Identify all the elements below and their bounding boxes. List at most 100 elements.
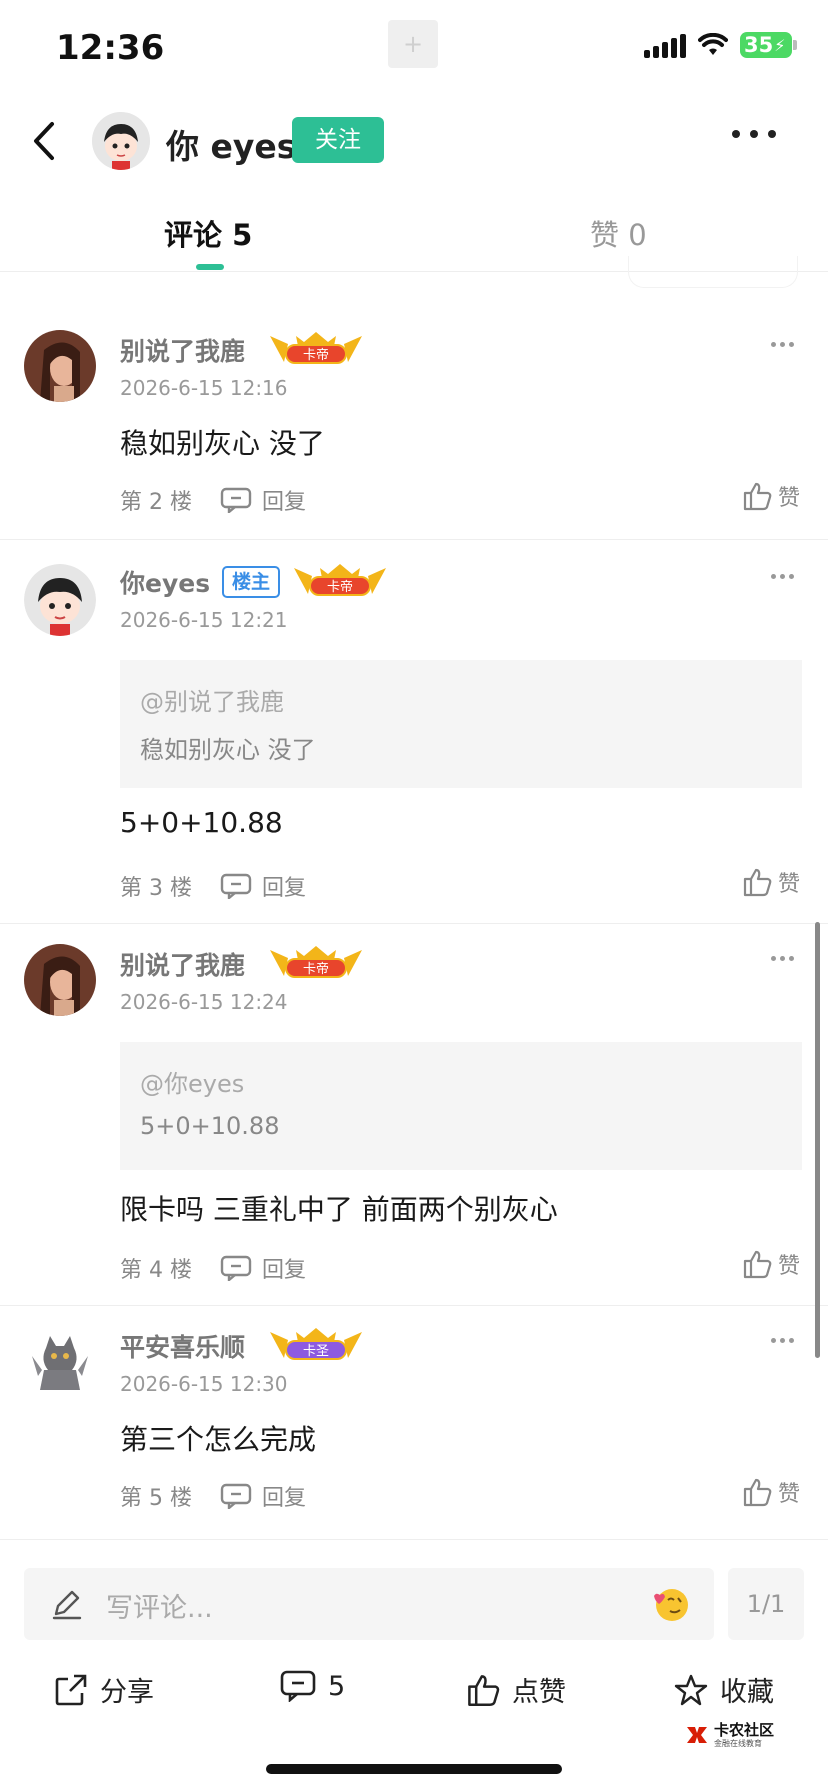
scrollbar[interactable]: [815, 922, 820, 1358]
thumbs-up-icon: [743, 482, 772, 511]
bottom-action-bar: 分享 5 点赞 收藏: [0, 1658, 828, 1728]
author-name[interactable]: 你 eyes: [166, 120, 296, 168]
emoji-icon[interactable]: [650, 1584, 690, 1624]
commenter-name[interactable]: 你eyes: [120, 564, 210, 600]
comment-text: 第三个怎么完成: [120, 1423, 317, 1456]
like-post-button[interactable]: 点赞: [466, 1670, 566, 1709]
camera-placeholder-icon: +: [388, 20, 438, 68]
brand-logo-icon: [687, 1727, 707, 1743]
thumbs-up-icon: [743, 1250, 772, 1279]
comment-more-icon[interactable]: [771, 1338, 794, 1343]
page-indicator[interactable]: 1/1: [728, 1568, 804, 1640]
commenter-avatar[interactable]: [24, 1326, 96, 1398]
brand-watermark: 卡农社区 金融在线教育: [684, 1722, 774, 1748]
active-tab-indicator: [196, 264, 224, 270]
status-bar: 12:36 + 35 ⚡: [0, 0, 828, 100]
host-badge: 楼主: [222, 566, 281, 598]
floor-number: 第 2 楼: [120, 490, 192, 515]
reply-button[interactable]: 回复: [262, 1480, 306, 1512]
edit-pencil-icon: [52, 1590, 82, 1620]
comment-like-button[interactable]: 赞: [742, 480, 800, 512]
quoted-comment: @你eyes 5+0+10.88: [120, 1042, 802, 1170]
comment-icon: [280, 1670, 316, 1702]
status-icons: 35 ⚡: [644, 32, 797, 58]
thumbs-up-icon: [468, 1674, 500, 1706]
comment-time: 2026-6-15 12:24: [120, 990, 288, 1014]
status-time: 12:36: [56, 28, 165, 68]
comment-footer: 第 4 楼 回复: [120, 1252, 306, 1284]
tab-comments[interactable]: 评论 5: [164, 212, 252, 254]
reply-icon[interactable]: [220, 487, 252, 513]
comment-footer: 第 3 楼 回复: [120, 870, 306, 902]
floor-number: 第 3 楼: [120, 876, 192, 901]
brand-subtitle: 金融在线教育: [714, 1738, 762, 1748]
rank-badge-label: 卡帝: [303, 347, 329, 363]
comment-footer: 第 5 楼 回复: [120, 1480, 306, 1512]
like-label: 赞: [777, 1254, 800, 1279]
reply-icon[interactable]: [220, 873, 252, 899]
cellular-signal-icon: [644, 32, 686, 58]
author-avatar[interactable]: [92, 112, 150, 170]
favorite-button[interactable]: 收藏: [674, 1670, 774, 1709]
commenter-avatar[interactable]: [24, 564, 96, 636]
comment-text: 稳如别灰心 没了: [120, 427, 325, 460]
commenter-avatar[interactable]: [24, 330, 96, 402]
commenter-name[interactable]: 平安喜乐顺: [120, 1328, 245, 1364]
like-post-label: 点赞: [512, 1677, 566, 1708]
reply-button[interactable]: 回复: [262, 484, 306, 516]
share-button[interactable]: 分享: [54, 1670, 154, 1709]
comment-like-button[interactable]: 赞: [742, 866, 800, 898]
battery-icon: 35 ⚡: [740, 32, 797, 58]
more-options-icon[interactable]: [732, 130, 776, 138]
comment-text: 5+0+10.88: [120, 806, 283, 839]
comment-more-icon[interactable]: [771, 574, 794, 579]
star-icon: [674, 1674, 708, 1705]
comment-item: 别说了我鹿 卡帝 2026-6-15 12:24 @你eyes 5+0+10.8…: [0, 926, 828, 1306]
comment-input[interactable]: 写评论...: [24, 1568, 714, 1640]
rank-badge-icon: 卡帝: [294, 564, 386, 596]
comment-text: 限卡吗 三重礼中了 前面两个别灰心: [120, 1193, 558, 1226]
comments-count-button[interactable]: 5: [280, 1670, 345, 1702]
comment-more-icon[interactable]: [771, 342, 794, 347]
commenter-name[interactable]: 别说了我鹿: [120, 332, 245, 368]
back-arrow-icon[interactable]: [22, 114, 68, 168]
wifi-icon: [698, 33, 728, 55]
favorite-label: 收藏: [720, 1677, 774, 1708]
brand-name: 卡农社区: [714, 1720, 775, 1739]
commenter-avatar[interactable]: [24, 944, 96, 1016]
share-icon: [55, 1674, 87, 1705]
quoted-author: @你eyes: [140, 1070, 245, 1098]
like-label: 赞: [777, 1482, 800, 1507]
follow-button[interactable]: 关注: [292, 117, 384, 163]
share-label: 分享: [100, 1677, 154, 1708]
comment-like-button[interactable]: 赞: [742, 1476, 800, 1508]
comments-count: 5: [328, 1670, 346, 1702]
comment-item: 你eyes 楼主 卡帝 2026-6-15 12:21 @别说了我鹿 稳如别灰心…: [0, 544, 828, 924]
like-label: 赞: [777, 486, 800, 511]
rank-badge-icon: 卡圣: [270, 1328, 362, 1360]
thumbs-up-icon: [743, 868, 772, 897]
comment-item: 别说了我鹿 卡帝 2026-6-15 12:16 稳如别灰心 没了 第 2 楼 …: [0, 312, 828, 540]
comment-input-placeholder: 写评论...: [106, 1593, 213, 1624]
comment-like-button[interactable]: 赞: [742, 1248, 800, 1280]
reply-button[interactable]: 回复: [262, 1252, 306, 1284]
quoted-text: 稳如别灰心 没了: [140, 736, 316, 764]
reply-icon[interactable]: [220, 1483, 252, 1509]
rank-badge-label: 卡帝: [303, 961, 329, 977]
reply-icon[interactable]: [220, 1255, 252, 1281]
comment-time: 2026-6-15 12:21: [120, 608, 288, 632]
quoted-text: 5+0+10.88: [140, 1112, 280, 1140]
post-header: 你 eyes 关注: [0, 100, 828, 180]
rank-badge-label: 卡帝: [327, 579, 353, 595]
comment-more-icon[interactable]: [771, 956, 794, 961]
reply-button[interactable]: 回复: [262, 870, 306, 902]
charging-bolt-icon: ⚡: [774, 35, 786, 55]
commenter-name[interactable]: 别说了我鹿: [120, 946, 245, 982]
rank-badge-icon: 卡帝: [270, 332, 362, 364]
floor-number: 第 5 楼: [120, 1486, 192, 1511]
home-indicator[interactable]: [266, 1764, 562, 1774]
rank-badge-icon: 卡帝: [270, 946, 362, 978]
comment-footer: 第 2 楼 回复: [120, 484, 306, 516]
thumbs-up-icon: [743, 1478, 772, 1507]
tab-likes[interactable]: 赞 0: [590, 212, 647, 254]
